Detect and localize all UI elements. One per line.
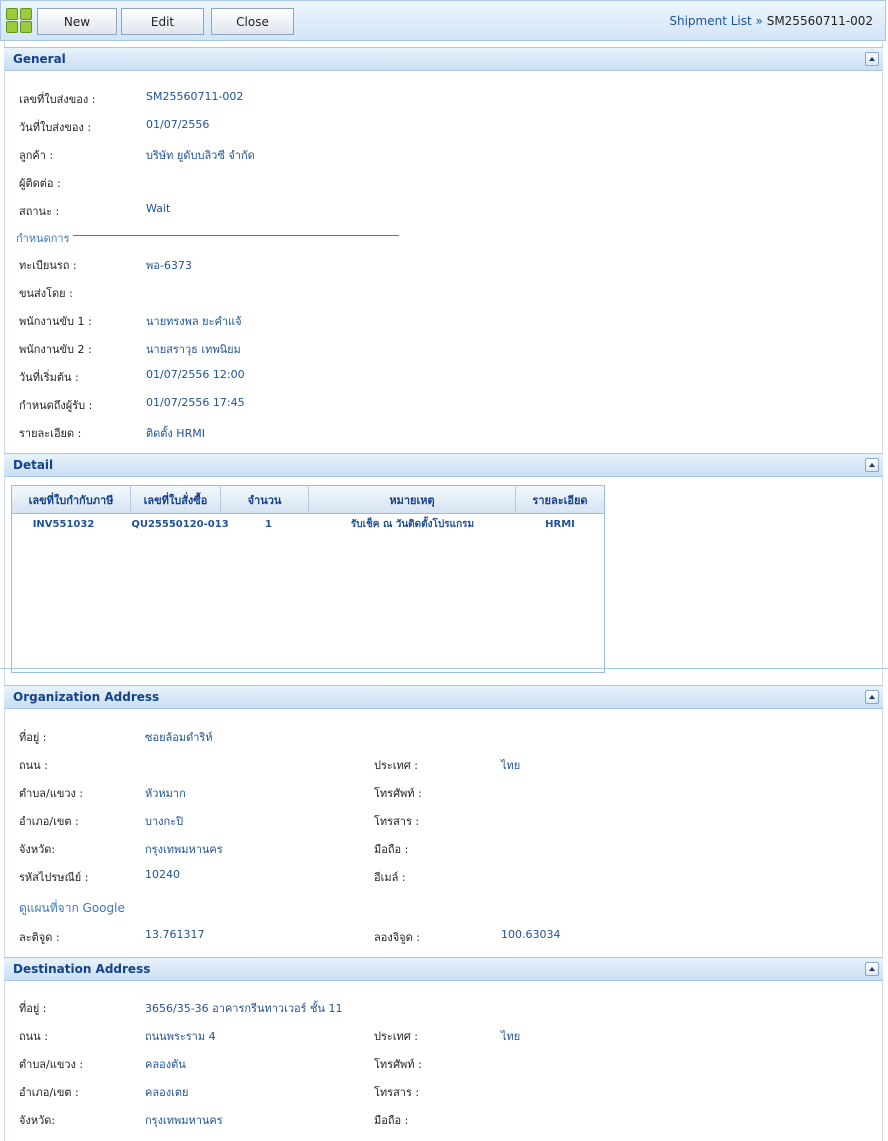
field-label: ประเทศ : <box>374 1030 418 1043</box>
field-value: ติดตั้ง HRMI <box>146 427 205 440</box>
field-label: ลูกค้า : <box>19 149 54 162</box>
field-label: กำหนดถึงผู้รับ : <box>19 399 93 412</box>
dest-address-panel-header: Destination Address <box>4 957 883 981</box>
close-button[interactable]: Close <box>211 8 294 35</box>
detail-bottom-rule <box>0 668 888 669</box>
field-label: มือถือ : <box>374 843 409 856</box>
field-label: ตำบล/แขวง : <box>19 787 84 800</box>
field-value: กรุงเทพมหานคร <box>145 843 223 856</box>
field-label: พนักงานขับ 1 : <box>19 315 92 328</box>
column-header-po[interactable]: เลขที่ใบสั่งซื้อ <box>131 486 221 513</box>
field-value: ไทย <box>501 1030 521 1043</box>
cell-remark: รับเช็ค ณ วันติดตั้งโปรแกรม <box>350 518 475 530</box>
field-value: 01/07/2556 12:00 <box>146 368 245 381</box>
field-label: อีเมล์ : <box>374 871 406 884</box>
column-header-quantity[interactable]: จำนวน <box>221 486 309 513</box>
field-label: รายละเอียด : <box>19 427 82 440</box>
field-value: 01/07/2556 17:45 <box>146 396 245 409</box>
field-label: จังหวัด: <box>19 1114 56 1127</box>
detail-panel-header: Detail <box>4 453 883 477</box>
breadcrumb-current: SM25560711-002 <box>766 14 873 28</box>
breadcrumb-separator: » <box>755 14 763 28</box>
field-label: อำเภอ/เขต : <box>19 1086 79 1099</box>
field-value: คลองตัน <box>145 1058 186 1071</box>
general-panel-header: General <box>4 47 883 71</box>
detail-panel-title: Detail <box>13 458 54 472</box>
field-value: ซอยล้อมดำริห์ <box>145 731 213 744</box>
field-label: ขนส่งโดย : <box>19 287 73 300</box>
field-label: มือถือ : <box>374 1114 409 1127</box>
breadcrumb: Shipment List » SM25560711-002 <box>669 14 873 28</box>
field-label: วันที่เริ่มต้น : <box>19 371 79 384</box>
field-value: 3656/35-36 อาคารกรีนทาวเวอร์ ชั้น 11 <box>145 1002 343 1015</box>
field-value: 10240 <box>145 868 180 881</box>
column-header-detail[interactable]: รายละเอียด <box>516 486 604 513</box>
org-address-panel-title: Organization Address <box>13 690 160 704</box>
detail-grid-header: เลขที่ใบกำกับภาษี เลขที่ใบสั่งซื้อ จำนวน… <box>12 486 604 514</box>
field-label: ถนน : <box>19 1030 48 1043</box>
field-label: สถานะ : <box>19 205 60 218</box>
general-panel-title: General <box>13 52 66 66</box>
cell-quantity: 1 <box>265 518 272 530</box>
field-label: เลขที่ใบส่งของ : <box>19 93 96 106</box>
google-map-link[interactable]: ดูแผนที่จาก Google <box>19 899 125 918</box>
field-label: จังหวัด: <box>19 843 56 856</box>
field-value: บางกะปิ <box>145 815 184 828</box>
field-value: นายทรงพล ยะคำแจ้ <box>146 315 242 328</box>
field-value: คลองเตย <box>145 1086 189 1099</box>
toolbar: New Edit Close Shipment List » SM2556071… <box>0 0 886 41</box>
column-header-remark[interactable]: หมายเหตุ <box>309 486 516 513</box>
field-label: วันที่ใบส่งของ : <box>19 121 92 134</box>
field-label: โทรสาร : <box>374 815 420 828</box>
field-label: ถนน : <box>19 759 48 772</box>
field-value: ไทย <box>501 759 521 772</box>
field-label: ประเทศ : <box>374 759 418 772</box>
field-label: โทรสาร : <box>374 1086 420 1099</box>
schedule-divider <box>73 235 399 236</box>
field-label: ที่อยู่ : <box>19 1002 47 1015</box>
latitude-value: 13.761317 <box>145 928 205 941</box>
detail-grid: เลขที่ใบกำกับภาษี เลขที่ใบสั่งซื้อ จำนวน… <box>11 485 605 673</box>
new-button[interactable]: New <box>37 8 117 35</box>
field-value: พอ-6373 <box>146 259 192 272</box>
field-label: ผู้ติดต่อ : <box>19 177 61 190</box>
field-label: ตำบล/แขวง : <box>19 1058 84 1071</box>
field-label: รหัสไปรษณีย์ : <box>19 871 89 884</box>
field-label: ที่อยู่ : <box>19 731 47 744</box>
field-value: ถนนพระราม 4 <box>145 1030 216 1043</box>
collapse-general-icon[interactable] <box>865 52 879 66</box>
field-label: พนักงานขับ 2 : <box>19 343 92 356</box>
field-value: SM25560711-002 <box>146 90 244 103</box>
latitude-label: ละติจูด : <box>19 931 60 944</box>
field-label: อำเภอ/เขต : <box>19 815 79 828</box>
edit-button[interactable]: Edit <box>121 8 204 35</box>
dest-address-panel-title: Destination Address <box>13 962 151 976</box>
longitude-value: 100.63034 <box>501 928 561 941</box>
column-header-invoice[interactable]: เลขที่ใบกำกับภาษี <box>12 486 131 513</box>
field-value: Wait <box>146 202 171 215</box>
longitude-label: ลองจิจูด : <box>374 931 420 944</box>
collapse-detail-icon[interactable] <box>865 458 879 472</box>
field-value: กรุงเทพมหานคร <box>145 1114 223 1127</box>
collapse-org-address-icon[interactable] <box>865 690 879 704</box>
schedule-legend: กำหนดการ <box>16 232 70 245</box>
breadcrumb-parent-link[interactable]: Shipment List <box>669 14 751 28</box>
cell-invoice: INV551032 <box>32 518 95 530</box>
cell-po: QU25550120-013 <box>131 518 229 530</box>
field-value: นายสราวุธ เทพนิยม <box>146 343 241 356</box>
field-value: บริษัท ยูดับบลิวซี จำกัด <box>146 149 255 162</box>
field-label: โทรศัพท์ : <box>374 787 422 800</box>
field-value: หัวหมาก <box>145 787 186 800</box>
field-label: ทะเบียนรถ : <box>19 259 77 272</box>
collapse-dest-address-icon[interactable] <box>865 962 879 976</box>
cell-detail: HRMI <box>545 518 575 530</box>
org-address-panel-header: Organization Address <box>4 685 883 709</box>
field-label: โทรศัพท์ : <box>374 1058 422 1071</box>
app-grid-icon[interactable] <box>6 8 34 34</box>
field-value: 01/07/2556 <box>146 118 210 131</box>
